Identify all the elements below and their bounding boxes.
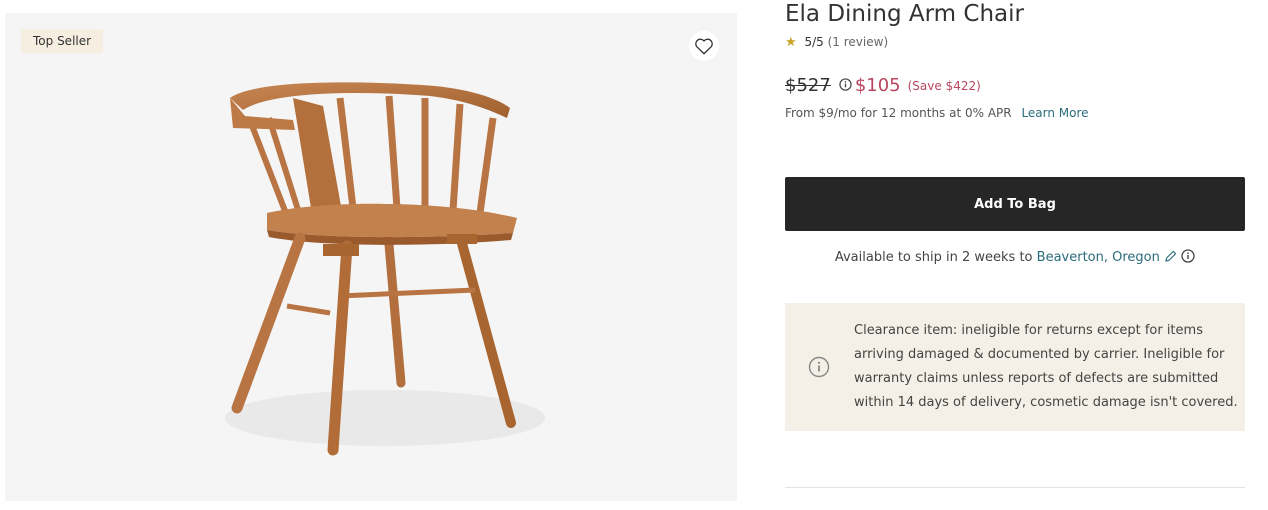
- financing-info: From $9/mo for 12 months at 0% APR Learn…: [785, 106, 1089, 120]
- price-row: $527 $105 (Save $422): [785, 75, 981, 96]
- original-price: $527: [785, 75, 831, 96]
- product-image: [225, 82, 545, 456]
- shipping-text: Available to ship in 2 weeks to: [834, 250, 1033, 265]
- pencil-icon[interactable]: [1164, 250, 1181, 265]
- savings-text: (Save $422): [907, 78, 981, 93]
- shipping-info-icon[interactable]: [1181, 249, 1195, 265]
- shipping-info: Available to ship in 2 weeks to Beaverto…: [785, 249, 1245, 265]
- add-to-bag-button[interactable]: Add To Bag: [785, 177, 1245, 231]
- divider: [785, 487, 1245, 488]
- sale-price: $105: [854, 75, 901, 96]
- product-title: Ela Dining Arm Chair: [785, 1, 1024, 27]
- star-icon: ★: [785, 35, 797, 50]
- info-icon[interactable]: [839, 76, 852, 95]
- heart-icon: [695, 38, 713, 55]
- top-seller-badge: Top Seller: [21, 29, 104, 53]
- product-image-panel: Top Seller: [5, 13, 737, 501]
- learn-more-link[interactable]: Learn More: [1021, 106, 1088, 120]
- clearance-notice: Clearance item: ineligible for returns e…: [785, 303, 1245, 431]
- favorite-button[interactable]: [689, 31, 719, 61]
- clearance-text: Clearance item: ineligible for returns e…: [854, 323, 1238, 410]
- shipping-location-link[interactable]: Beaverton, Oregon: [1037, 250, 1160, 265]
- rating[interactable]: ★ 5/5 (1 review): [785, 35, 888, 50]
- financing-text: From $9/mo for 12 months at 0% APR: [785, 106, 1012, 120]
- notice-info-icon: [808, 356, 830, 382]
- review-count: (1 review): [827, 35, 889, 49]
- rating-score: 5/5: [804, 35, 824, 49]
